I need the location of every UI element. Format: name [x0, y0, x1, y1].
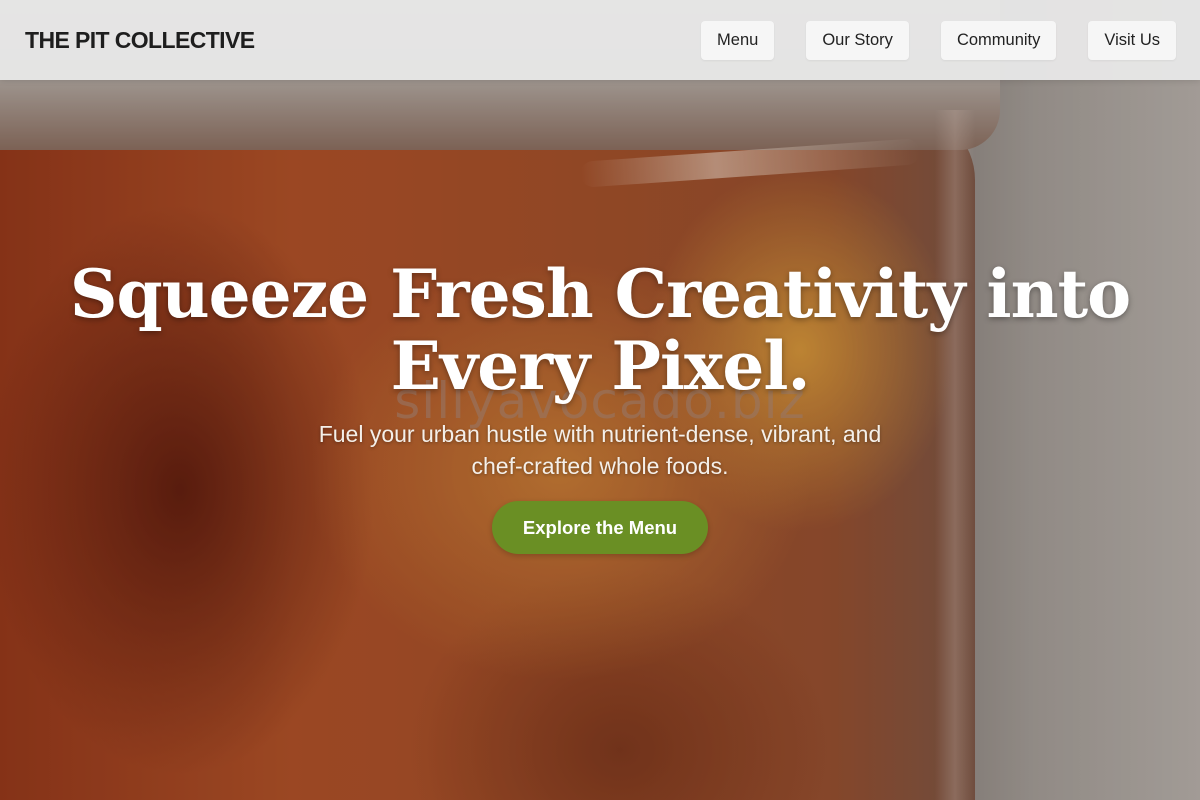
explore-menu-button[interactable]: Explore the Menu: [492, 501, 708, 554]
nav-visit-us-button[interactable]: Visit Us: [1088, 20, 1176, 60]
hero-subtitle-line-2: chef-crafted whole foods.: [471, 453, 729, 479]
brand-logo[interactable]: THE PIT COLLECTIVE: [25, 27, 255, 54]
hero-subtitle: Fuel your urban hustle with nutrient-den…: [280, 418, 920, 482]
hero-title-line-1: Squeeze Fresh Creativity into: [69, 255, 1131, 333]
main-nav: Menu Our Story Community Visit Us: [701, 20, 1176, 60]
nav-our-story-button[interactable]: Our Story: [806, 20, 909, 60]
nav-menu-button[interactable]: Menu: [701, 20, 775, 60]
hero-title: Squeeze Fresh Creativity into Every Pixe…: [0, 258, 1200, 402]
hero-subtitle-line-1: Fuel your urban hustle with nutrient-den…: [318, 421, 882, 447]
hero-title-line-2: Every Pixel.: [390, 327, 811, 405]
nav-community-button[interactable]: Community: [940, 20, 1057, 60]
site-header: THE PIT COLLECTIVE Menu Our Story Commun…: [0, 0, 1200, 80]
